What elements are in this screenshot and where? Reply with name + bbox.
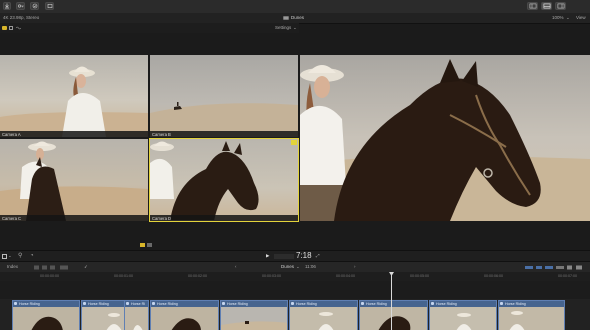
inspector-layout-button[interactable] — [555, 2, 566, 10]
ruler-tick: 00:00:07:00 — [558, 274, 577, 278]
speed-icon[interactable]: ◔ — [30, 253, 34, 259]
clip-name: Horse Riding — [157, 302, 178, 306]
forward-arrow-icon[interactable]: › — [354, 264, 356, 270]
multicam-clip-icon — [152, 302, 155, 305]
back-arrow-icon[interactable]: ‹ — [235, 264, 237, 270]
settings-menu[interactable]: Settings — [275, 25, 291, 31]
ruler-tick: 00:00:02:00 — [188, 274, 207, 278]
ruler-tick: 00:00:00:00 — [40, 274, 59, 278]
audio-only-icon[interactable] — [16, 26, 21, 30]
angle-camera-d-active[interactable]: Camera D — [149, 138, 299, 222]
timeline-clip[interactable]: Horse Ri — [124, 300, 149, 330]
inspector-layout-icon — [557, 3, 564, 9]
clip-name: Horse Riding — [505, 302, 526, 306]
ruler-tick: 00:00:03:00 — [262, 274, 281, 278]
timeline-clip[interactable]: Horse Riding — [359, 300, 428, 330]
share-button[interactable] — [45, 2, 54, 10]
timeline-clip[interactable]: Horse Riding — [429, 300, 497, 330]
browser-layout-button[interactable] — [527, 2, 538, 10]
timeline-right-controls[interactable] — [525, 265, 585, 270]
chevron-down-icon[interactable]: ⌄ — [296, 264, 300, 270]
cut-mode-icon[interactable] — [147, 243, 152, 247]
top-toolbar — [0, 0, 590, 14]
multicam-clip-icon — [126, 302, 129, 305]
angle-label: Camera C — [2, 216, 22, 221]
angle-label: Camera A — [2, 132, 21, 137]
angle-camera-c[interactable]: Camera C — [0, 139, 148, 221]
timeline-clip[interactable]: Horse Riding — [498, 300, 565, 330]
video-only-icon[interactable] — [9, 26, 13, 30]
active-angle-badge-icon — [291, 140, 297, 145]
keyword-button[interactable] — [16, 2, 25, 10]
timeline-layout-button[interactable] — [541, 2, 552, 10]
camera-b-thumbnail — [150, 102, 298, 137]
ruler-tick: 00:00:04:00 — [336, 274, 355, 278]
angle-viewer-header: Settings ⌄ — [0, 23, 299, 33]
camera-c-thumbnail — [0, 141, 148, 221]
clip-name: Horse Riding — [296, 302, 317, 306]
video-audio-switch-icon[interactable] — [2, 26, 7, 30]
ruler-tick: 00:00:06:00 — [484, 274, 503, 278]
share-icon — [47, 4, 52, 9]
chevron-down-icon[interactable]: ⌄ — [566, 15, 570, 21]
timecode-display[interactable] — [274, 254, 294, 259]
film-icon — [283, 16, 289, 20]
switch-mode-icon[interactable] — [140, 243, 145, 247]
chevron-down-icon[interactable]: ⌄ — [293, 25, 297, 31]
playhead[interactable] — [391, 272, 392, 330]
ruler-tick: 00:00:05:00 — [410, 274, 429, 278]
multicam-clip-icon — [14, 302, 17, 305]
clip-appearance-buttons[interactable] — [34, 265, 74, 270]
index-button[interactable]: Index — [7, 264, 18, 270]
timeline-clip[interactable]: Horse Riding — [12, 300, 80, 330]
timeline-clip[interactable]: Horse Riding — [289, 300, 358, 330]
multicam-clip-icon — [431, 302, 434, 305]
angle-camera-b[interactable]: Camera B — [150, 55, 298, 137]
view-menu[interactable]: View — [576, 15, 586, 21]
timecode-value: 7:18 — [296, 251, 312, 260]
timeline-project-name[interactable]: Dunes — [281, 264, 294, 270]
clip-name: Horse Ri — [131, 302, 145, 306]
clip-name: Horse Riding — [88, 302, 109, 306]
timeline-layout-icon — [543, 3, 550, 9]
multicam-clip-icon — [291, 302, 294, 305]
ruler-tick: 00:00:01:00 — [114, 274, 133, 278]
clip-name: Horse Riding — [436, 302, 457, 306]
key-icon — [17, 4, 24, 8]
play-icon[interactable]: ▶ — [266, 253, 269, 259]
timeline-clip[interactable]: Horse Riding — [150, 300, 219, 330]
zoom-menu[interactable]: 100% — [552, 15, 564, 21]
background-tasks-button[interactable] — [30, 2, 39, 10]
camera-d-thumbnail — [150, 141, 259, 220]
project-title: Dunes — [291, 15, 305, 20]
timeline-track-area[interactable] — [0, 281, 590, 299]
angle-camera-a[interactable]: Camera A — [0, 55, 148, 137]
timeline-clip[interactable]: Horse Riding — [220, 300, 288, 330]
camera-a-thumbnail — [0, 66, 148, 137]
import-icon — [5, 3, 9, 9]
clip-name: Horse Riding — [19, 302, 40, 306]
viewer-frame — [300, 55, 590, 221]
timeline-duration: 11:06 — [305, 264, 316, 269]
multicam-clip-icon — [83, 302, 86, 305]
arrow-tool-icon[interactable]: ➶ — [84, 264, 88, 270]
import-button[interactable] — [3, 2, 11, 10]
multicam-clip-icon — [500, 302, 503, 305]
multicam-clip-icon — [361, 302, 364, 305]
chevron-down-icon[interactable]: ⌄ — [8, 253, 12, 259]
angle-label: Camera D — [152, 216, 172, 221]
check-icon — [32, 3, 37, 9]
fullscreen-icon[interactable]: ⤢ — [316, 253, 320, 259]
browser-layout-icon — [529, 3, 536, 9]
select-tool-icon[interactable] — [2, 254, 7, 259]
main-viewer — [300, 55, 590, 221]
format-label: 4K 23.98p, Stereo — [3, 15, 40, 20]
clip-name: Horse Riding — [366, 302, 387, 306]
clip-name: Horse Riding — [227, 302, 248, 306]
angle-label: Camera B — [152, 132, 171, 137]
zoom-tool-icon[interactable]: ⚲ — [18, 253, 22, 259]
multicam-clip-icon — [222, 302, 225, 305]
